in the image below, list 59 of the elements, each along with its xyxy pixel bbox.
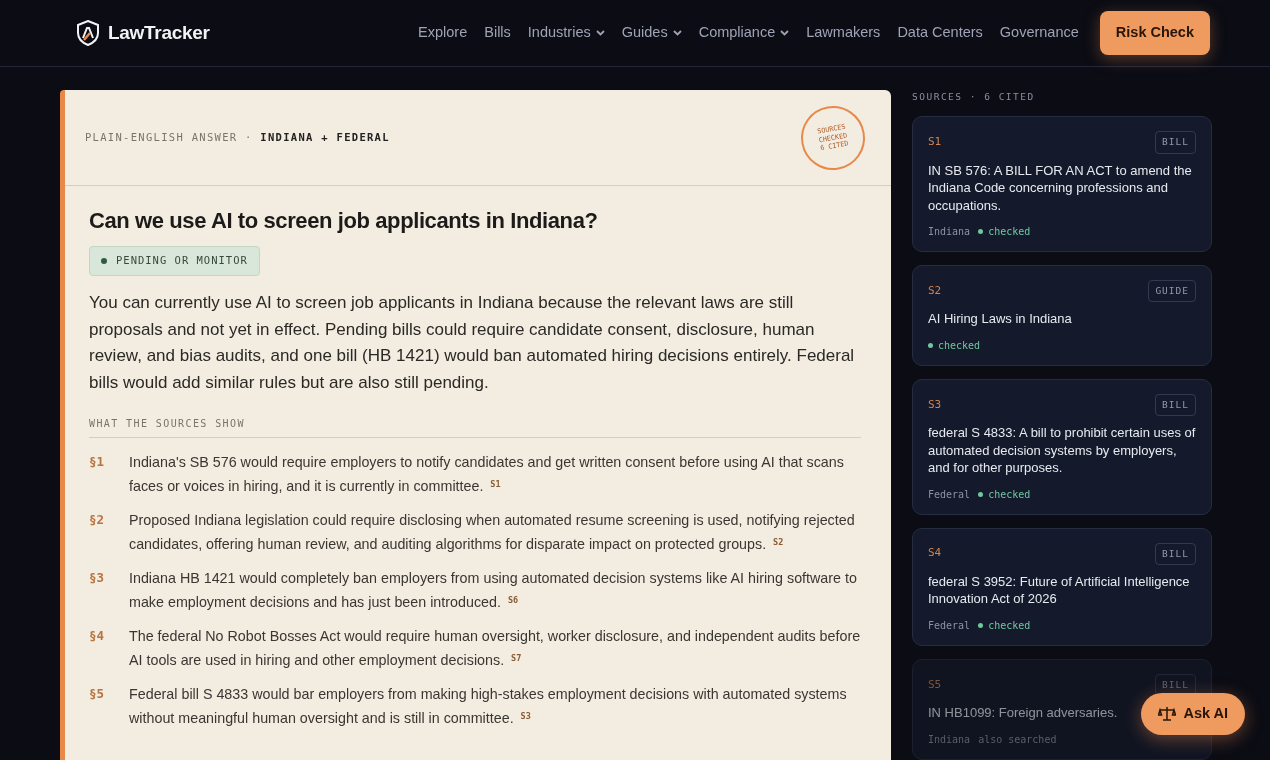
brand-name[interactable]: LawTracker (108, 18, 210, 48)
finding-text: Proposed Indiana legislation could require disclosing when automated resume screening is used, notifying rejected candidates, offering human review, and auditing algorithms for disparate impact on protected groups. $^{S2}$ (129, 511, 856, 555)
nav-link[interactable]: Data Centers (897, 22, 983, 44)
source-title: IN HB1099: Foreign adversaries. (928, 704, 1118, 722)
chevron-down-icon (672, 30, 682, 36)
source-type-tag: BILL (1155, 393, 1196, 416)
nav-link[interactable]: Explore (418, 22, 468, 44)
answer-summary: You can currently use AI to screen job applicants in Indiana because the relevant laws are still proposals and not yet in effect. Pending bills could require candidate consent, disclosure, human review, and bias audits, and one bill (HB 1421) would ban automated hiring decisions entirely. Federal bills would add similar rules but are also still pending. (89, 292, 856, 394)
source-card[interactable]: S2 GUIDE AI Hiring Laws in Indiana checked (912, 265, 1212, 366)
source-id: S4 (928, 545, 942, 562)
source-status: also searched (978, 732, 1057, 747)
source-jurisdiction: Federal (928, 487, 971, 502)
nav-link[interactable]: Compliance (698, 22, 790, 44)
question-title: Can we use AI to screen job applicants in Indiana? (89, 208, 599, 235)
section-label: WHAT THE SOURCES SHOW (89, 416, 861, 439)
section-number: §3 (89, 569, 106, 588)
source-id: S5 (928, 676, 942, 693)
source-status: checked (928, 337, 981, 353)
source-id: S2 (928, 282, 942, 299)
nav-link[interactable]: Governance (999, 22, 1079, 44)
scale-icon (1158, 706, 1177, 723)
section-number: §4 (89, 627, 106, 646)
source-status: checked (978, 486, 1031, 502)
answer-kicker: PLAIN-ENGLISH ANSWER · INDIANA + FEDERAL (85, 129, 390, 145)
risk-check-button[interactable]: Risk Check (1099, 11, 1210, 55)
source-card[interactable]: S4 BILL federal S 3952: Future of Artificial Intelligence Innovation Act of 2026 Federal checked (912, 527, 1212, 646)
source-title: federal S 4833: A bill to prohibit certain uses of automated decision systems by employers, and for other purposes. (928, 424, 1196, 477)
nav-link[interactable]: Guides (621, 22, 682, 44)
source-type-tag: GUIDE (1148, 280, 1196, 303)
source-card[interactable]: S1 BILL IN SB 576: A BILL FOR AN ACT to amend the Indiana Code concerning professions and occupations. Indiana checked (912, 116, 1212, 252)
source-title: AI Hiring Laws in Indiana (928, 310, 1072, 328)
section-number: §1 (89, 453, 106, 472)
finding-text: Federal bill S 4833 would bar employers from making high-stakes employment decisions with automated systems without meaningful human oversight and is still in committee. $^{S3}$ (129, 685, 848, 729)
finding-text: Indiana HB 1421 would completely ban employers from using automated decision systems like AI hiring software to make employment decisions and has just been introduced. $^{S6}$ (129, 569, 858, 613)
source-id: S1 (928, 134, 942, 151)
finding-text: The federal No Robot Bosses Act would require human oversight, worker disclosure, and independent audits before AI tools are used in hiring and other employment decisions. $^{S7}$ (129, 627, 861, 671)
section-number: §2 (89, 511, 106, 530)
status-badge: PENDING OR MONITOR (89, 246, 260, 277)
nav-link[interactable]: Lawmakers (806, 22, 881, 44)
source-title: IN SB 576: A BILL FOR AN ACT to amend the Indiana Code concerning professions and occupations. (928, 161, 1193, 214)
chevron-down-icon (780, 30, 790, 36)
section-number: §5 (89, 685, 106, 704)
sources-heading: SOURCES · 6 CITED (912, 90, 1036, 104)
source-id: S3 (928, 396, 942, 413)
source-type-tag: BILL (1155, 542, 1196, 565)
logo-icon (76, 20, 100, 46)
nav-link[interactable]: Industries (527, 22, 605, 44)
nav-link[interactable]: Bills (484, 22, 511, 44)
source-jurisdiction: Indiana (928, 225, 971, 239)
source-card[interactable]: S3 BILL federal S 4833: A bill to prohibit certain uses of automated decision systems by employers, and for other purposes. Federal checked (912, 378, 1212, 515)
source-status: checked (978, 224, 1031, 239)
source-type-tag: BILL (1155, 131, 1196, 154)
source-title: federal S 3952: Future of Artificial Intelligence Innovation Act of 2026 (928, 572, 1191, 608)
source-jurisdiction: Federal (928, 618, 971, 633)
finding-text: Indiana's SB 576 would require employers to notify candidates and get written consent before using AI that scans faces or voices in hiring, and it is currently in committee. $^{S1}$ (129, 453, 845, 497)
source-jurisdiction: Indiana (928, 732, 971, 747)
source-status: checked (978, 617, 1031, 633)
ask-ai-button[interactable]: Ask AI (1141, 693, 1245, 735)
chevron-down-icon (595, 30, 605, 36)
